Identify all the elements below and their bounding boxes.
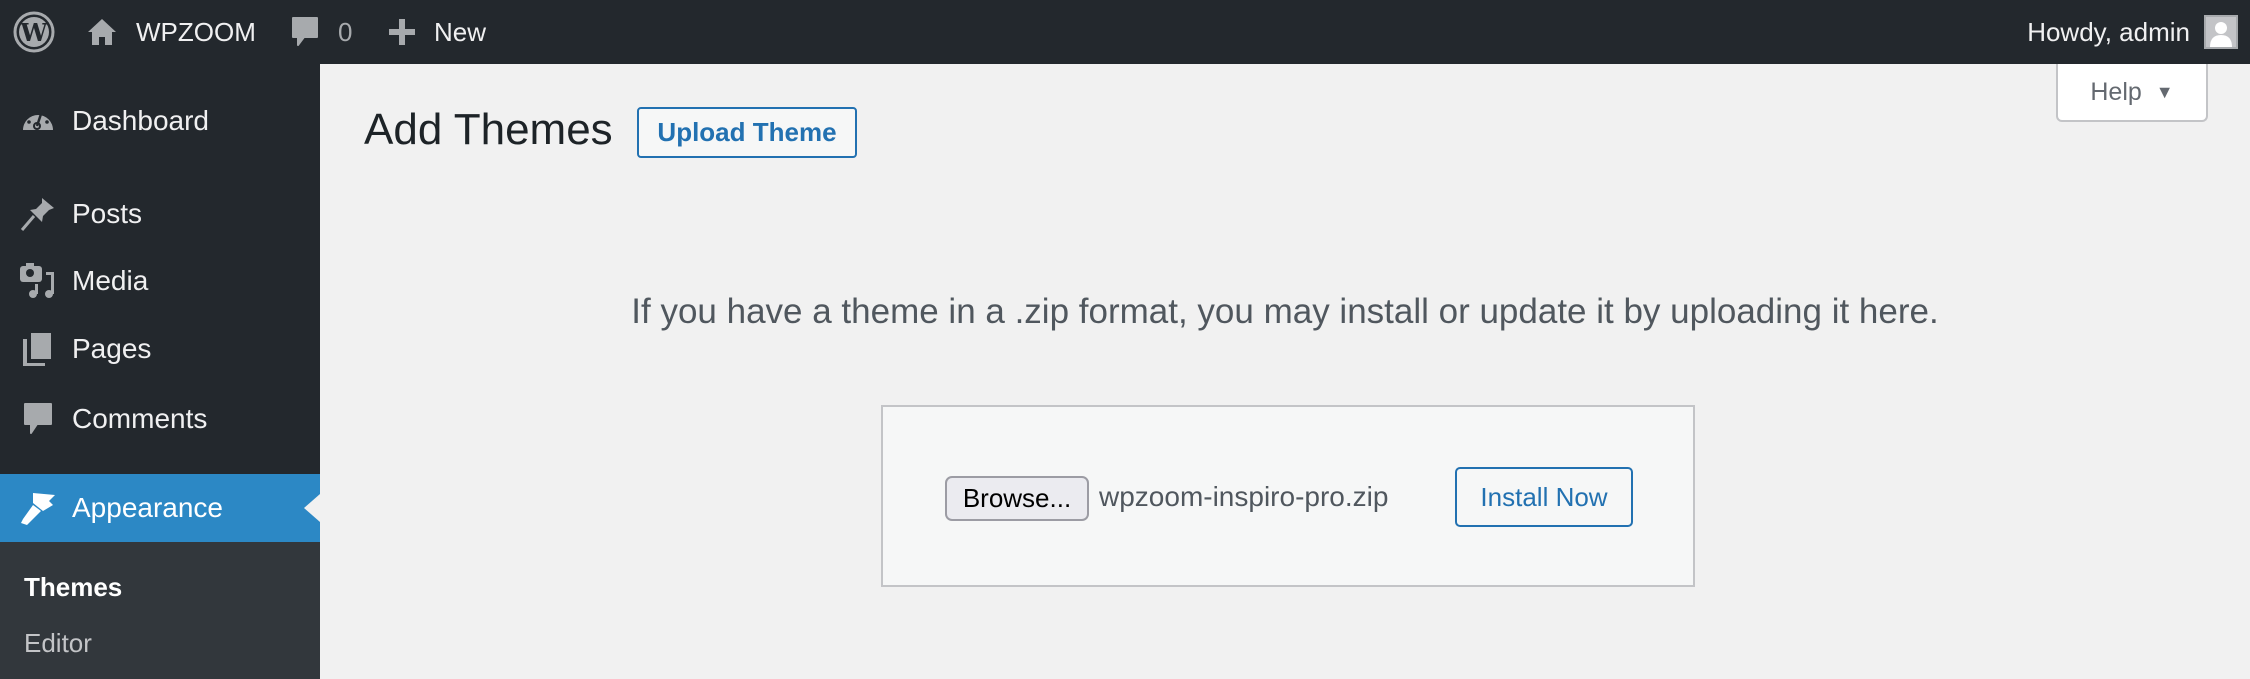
sidebar-item-label: Media [72, 265, 149, 296]
pages-icon [18, 329, 58, 369]
sidebar-item-dashboard[interactable]: Dashboard [0, 88, 320, 154]
admin-sidebar: Dashboard Posts Media Pages Comments App… [0, 64, 320, 679]
help-tab-button[interactable]: Help ▼ [2056, 64, 2208, 122]
site-name-link[interactable]: WPZOOM [86, 0, 256, 64]
sidebar-item-posts[interactable]: Posts [0, 181, 320, 247]
comment-bubble-icon [18, 399, 58, 439]
sidebar-item-label: Pages [72, 333, 152, 364]
home-icon [86, 16, 118, 48]
user-avatar-icon [2204, 15, 2238, 49]
browse-file-button[interactable]: Browse... [945, 476, 1089, 521]
help-label: Help [2090, 77, 2142, 106]
my-account-menu[interactable]: Howdy, admin [2027, 0, 2238, 64]
comment-bubble-icon [290, 15, 320, 49]
wordpress-menu[interactable]: W [12, 0, 56, 64]
comments-count: 0 [338, 16, 353, 47]
upload-theme-button[interactable]: Upload Theme [637, 107, 857, 158]
sidebar-item-label: Posts [72, 198, 143, 229]
upload-instructions: If you have a theme in a .zip format, yo… [631, 292, 1939, 331]
current-menu-arrow [304, 494, 320, 522]
sidebar-item-label: Comments [72, 403, 208, 434]
sidebar-item-label: Dashboard [72, 105, 209, 136]
sidebar-item-pages[interactable]: Pages [0, 316, 320, 382]
wordpress-logo-icon: W [12, 10, 56, 54]
plus-icon [388, 18, 416, 46]
appearance-submenu: Themes Editor [0, 542, 320, 679]
upload-theme-form: Browse... wpzoom-inspiro-pro.zip Install… [881, 405, 1695, 587]
submenu-item-editor[interactable]: Editor [24, 628, 92, 659]
page-title: Add Themes [364, 105, 613, 154]
new-content-link[interactable]: New [388, 0, 486, 64]
admin-bar: W WPZOOM 0 New Howdy, admin [0, 0, 2250, 64]
sidebar-item-comments[interactable]: Comments [0, 386, 320, 452]
paintbrush-icon [18, 488, 58, 528]
comments-link[interactable]: 0 [290, 0, 352, 64]
site-name: WPZOOM [136, 16, 256, 47]
selected-file-name: wpzoom-inspiro-pro.zip [1099, 481, 1389, 512]
caret-down-icon: ▼ [2155, 81, 2174, 102]
svg-text:W: W [20, 18, 49, 47]
sidebar-item-media[interactable]: Media [0, 248, 320, 314]
submenu-item-themes[interactable]: Themes [24, 572, 122, 603]
greeting: Howdy, admin [2027, 16, 2190, 47]
sidebar-item-appearance[interactable]: Appearance [0, 474, 320, 542]
sidebar-item-label: Appearance [72, 492, 224, 523]
camera-music-icon [18, 261, 58, 301]
new-label: New [434, 16, 487, 47]
dashboard-gauge-icon [18, 101, 58, 141]
install-now-button[interactable]: Install Now [1455, 467, 1633, 527]
pushpin-icon [18, 194, 58, 234]
